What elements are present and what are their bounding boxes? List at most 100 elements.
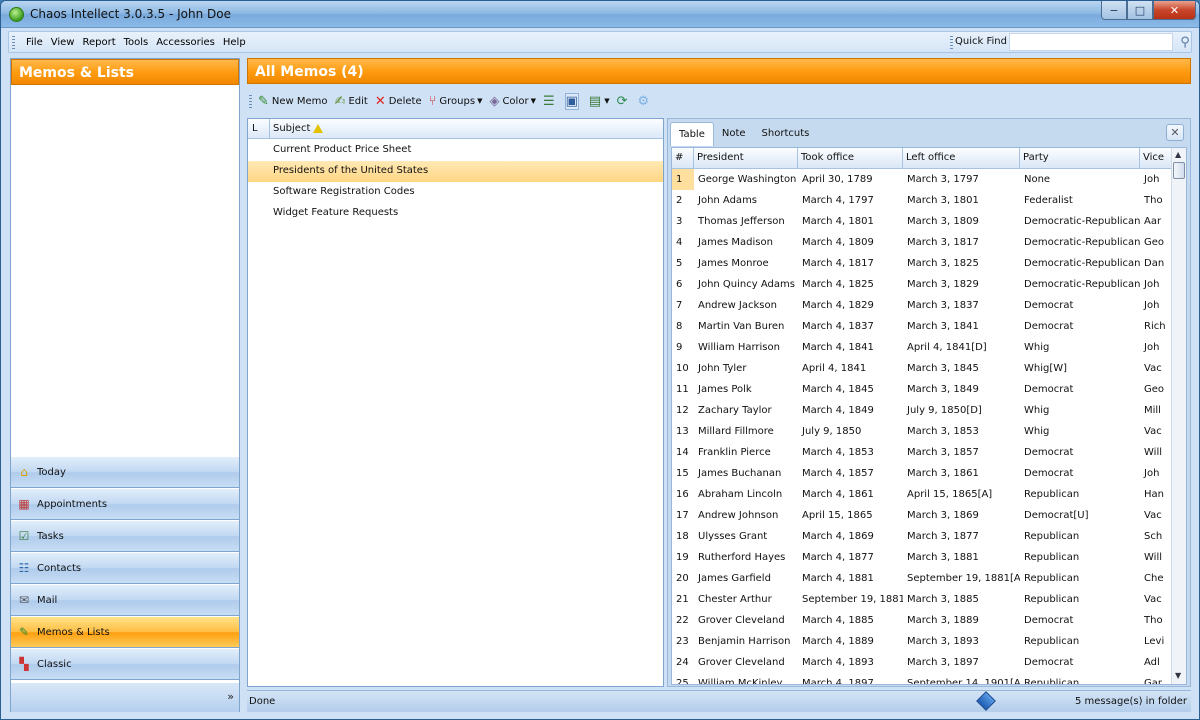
table-cell: None [1024,174,1051,185]
nav-classic[interactable]: ▚ Classic [11,649,239,680]
menu-item-file[interactable]: File [22,36,47,49]
scroll-thumb[interactable] [1173,162,1185,179]
quick-find-input[interactable] [1009,33,1173,51]
nav-label: Memos & Lists [37,626,110,638]
menu-item-accessories[interactable]: Accessories [152,36,219,49]
table-cell: Republican [1024,678,1080,685]
table-cell: Republican [1024,552,1080,563]
scroll-down-icon[interactable]: ▼ [1175,671,1181,680]
column-header-number[interactable]: # [672,148,694,169]
table-row[interactable]: 19 Rutherford Hayes March 4, 1877 March 3, … [672,547,1172,568]
memo-list-item[interactable]: Software Registration Codes [248,182,663,203]
table-row[interactable]: 7 Andrew Jackson March 4, 1829 March 3, 183… [672,295,1172,316]
menu-item-tools[interactable]: Tools [120,36,153,49]
column-header-left-office[interactable]: Left office [903,148,1020,169]
toolbar-grip[interactable] [950,36,953,49]
columns-button[interactable]: ▤ ▼ [589,91,610,111]
tab-note[interactable]: Note [714,122,754,146]
tab-shortcuts[interactable]: Shortcuts [754,122,818,146]
table-cell: March 4, 1881 [802,573,874,584]
settings-button[interactable]: ⚙ [638,91,653,111]
table-row[interactable]: 15 James Buchanan March 4, 1857 March 3, 18… [672,463,1172,484]
table-cell: 3 [676,216,683,227]
folder-list[interactable] [11,85,239,505]
scroll-up-icon[interactable]: ▲ [1175,150,1181,159]
maximize-button[interactable]: □ [1127,1,1153,20]
table-row[interactable]: 13 Millard Fillmore July 9, 1850 March 3, 1… [672,421,1172,442]
table-row[interactable]: 18 Ulysses Grant March 4, 1869 March 3, 187… [672,526,1172,547]
table-row[interactable]: 20 James Garfield March 4, 1881 September 1… [672,568,1172,589]
table-cell: Democratic-Republican [1024,216,1140,227]
table-cell: April 15, 1865[A] [907,489,993,500]
table-row[interactable]: 24 Grover Cleveland March 4, 1893 March 3, … [672,652,1172,673]
nav-today[interactable]: ⌂ Today [11,457,239,488]
table-row[interactable]: 5 James Monroe March 4, 1817 March 3, 1825 D… [672,253,1172,274]
nav-appointments[interactable]: ▦ Appointments [11,489,239,520]
table-cell: James Garfield [698,573,771,584]
table-cell: March 4, 1889 [802,636,874,647]
vertical-scrollbar[interactable]: ▲ ▼ [1171,148,1186,684]
reading-pane-button[interactable]: ▣ [564,91,582,111]
refresh-button[interactable]: ⟳ [617,91,631,111]
memo-list-item[interactable]: Presidents of the United States [248,161,663,182]
minimize-button[interactable]: − [1101,1,1127,20]
table-cell: March 4, 1797 [802,195,874,206]
title-bar[interactable]: Chaos Intellect 3.0.3.5 - John Doe − □ ✕ [1,1,1199,28]
groups-button[interactable]: ⑂ Groups ▼ [429,91,483,111]
table-cell: March 3, 1889 [907,615,979,626]
table-row[interactable]: 23 Benjamin Harrison March 4, 1889 March 3,… [672,631,1172,652]
table-cell: March 3, 1853 [907,426,979,437]
close-window-button[interactable]: ✕ [1153,1,1196,20]
table-cell: March 4, 1857 [802,468,874,479]
column-header-party[interactable]: Party [1020,148,1140,169]
delete-button[interactable]: ✕ Delete [375,91,422,111]
column-header-l[interactable]: L [248,119,270,138]
table-row[interactable]: 9 William Harrison March 4, 1841 April 4, 1… [672,337,1172,358]
table-row[interactable]: 22 Grover Cleveland March 4, 1885 March 3, … [672,610,1172,631]
color-button[interactable]: ◈ Color ▼ [489,91,536,111]
info-icon[interactable] [976,691,996,711]
new-memo-button[interactable]: ✎ New Memo [258,91,328,111]
toolbar-grip[interactable] [12,36,15,49]
table-row[interactable]: 14 Franklin Pierce March 4, 1853 March 3, 1… [672,442,1172,463]
table-row[interactable]: 10 John Tyler April 4, 1841 March 3, 1845 Wh… [672,358,1172,379]
memo-list-item[interactable]: Current Product Price Sheet [248,140,663,161]
tab-table[interactable]: Table [670,122,714,146]
table-row[interactable]: 3 Thomas Jefferson March 4, 1801 March 3, 1… [672,211,1172,232]
table-cell: March 4, 1897 [802,678,874,685]
table-row[interactable]: 12 Zachary Taylor March 4, 1849 July 9, 185… [672,400,1172,421]
close-pane-button[interactable]: ✕ [1166,124,1184,141]
table-row[interactable]: 6 John Quincy Adams March 4, 1825 March 3, … [672,274,1172,295]
menu-item-report[interactable]: Report [78,36,119,49]
nav-overflow-bar[interactable]: » [11,683,239,712]
menu-item-help[interactable]: Help [219,36,250,49]
table-cell: 22 [676,615,689,626]
memo-list-item[interactable]: Widget Feature Requests [248,203,663,224]
table-row[interactable]: 8 Martin Van Buren March 4, 1837 March 3, 1… [672,316,1172,337]
table-row[interactable]: 17 Andrew Johnson April 15, 1865 March 3, 1… [672,505,1172,526]
table-row[interactable]: 1 George Washington April 30, 1789 March 3,… [672,169,1172,190]
column-header-subject[interactable]: Subject [270,119,326,138]
nav-contacts[interactable]: ☷ Contacts [11,553,239,584]
table-row[interactable]: 2 John Adams March 4, 1797 March 3, 1801 Fed… [672,190,1172,211]
nav-memos-lists[interactable]: ✎ Memos & Lists [11,617,239,648]
table-row[interactable]: 11 James Polk March 4, 1845 March 3, 1849 De… [672,379,1172,400]
edit-button[interactable]: ✍ Edit [335,91,368,111]
toolbar-grip[interactable] [249,94,252,108]
nav-tasks[interactable]: ☑ Tasks [11,521,239,552]
table-row[interactable]: 16 Abraham Lincoln March 4, 1861 April 15, … [672,484,1172,505]
tree-view-button[interactable]: ☰ [543,91,558,111]
table-row[interactable]: 25 William McKinley March 4, 1897 September… [672,673,1172,685]
chevron-right-icon[interactable]: » [227,690,234,703]
table-row[interactable]: 4 James Madison March 4, 1809 March 3, 1817… [672,232,1172,253]
table-cell: James Monroe [698,258,769,269]
menu-item-view[interactable]: View [47,36,79,49]
column-header-took-office[interactable]: Took office [798,148,903,169]
memo-detail-pane: Table Note Shortcuts ✕ # President Took offi… [667,118,1191,687]
table-row[interactable]: 21 Chester Arthur September 19, 1881 March … [672,589,1172,610]
nav-mail[interactable]: ✉ Mail [11,585,239,616]
groups-label: Groups [439,95,476,107]
home-icon: ⌂ [20,465,28,479]
search-icon[interactable]: ⚲ [1175,33,1195,51]
column-header-president[interactable]: President [694,148,798,169]
